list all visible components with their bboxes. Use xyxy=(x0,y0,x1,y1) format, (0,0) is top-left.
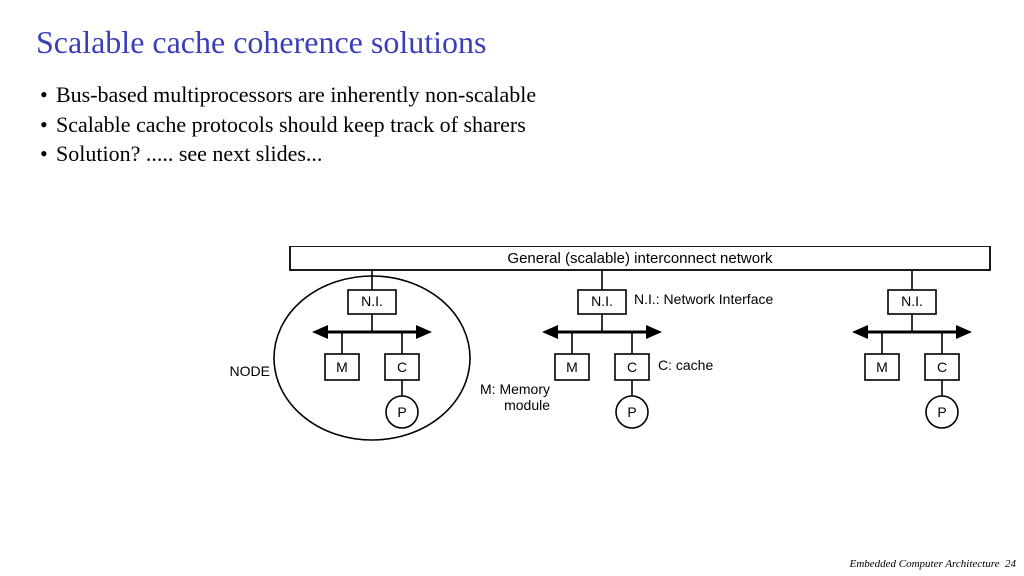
bullet-marker: • xyxy=(40,139,50,169)
legend-ni: N.I.: Network Interface xyxy=(634,291,773,307)
diagram-node: N.I. M C P N.I.: Network Interface C: ca… xyxy=(480,270,773,428)
interconnect-diagram: General (scalable) interconnect network … xyxy=(230,246,995,466)
p-label: P xyxy=(627,404,636,420)
m-label: M xyxy=(336,359,348,375)
bullet-item: • Scalable cache protocols should keep t… xyxy=(40,110,536,140)
p-label: P xyxy=(397,404,406,420)
node-label: NODE xyxy=(230,363,270,379)
legend-m-line2: module xyxy=(504,397,550,413)
legend-m-line1: M: Memory xyxy=(480,381,550,397)
ni-label: N.I. xyxy=(901,293,923,309)
bullet-item: • Solution? ..... see next slides... xyxy=(40,139,536,169)
c-label: C xyxy=(397,359,407,375)
bullet-marker: • xyxy=(40,110,50,140)
bullet-list: • Bus-based multiprocessors are inherent… xyxy=(40,80,536,169)
footer-page: 24 xyxy=(1005,558,1016,570)
m-label: M xyxy=(566,359,578,375)
ni-label: N.I. xyxy=(591,293,613,309)
bullet-text: Scalable cache protocols should keep tra… xyxy=(56,110,526,140)
diagram-node: N.I. M C P xyxy=(852,270,972,428)
diagram-header: General (scalable) interconnect network xyxy=(507,250,773,267)
bullet-item: • Bus-based multiprocessors are inherent… xyxy=(40,80,536,110)
ni-label: N.I. xyxy=(361,293,383,309)
slide-footer: Embedded Computer Architecture 24 xyxy=(850,558,1016,570)
bullet-text: Bus-based multiprocessors are inherently… xyxy=(56,80,536,110)
diagram-node: NODE N.I. M C P xyxy=(230,270,470,440)
footer-text: Embedded Computer Architecture xyxy=(850,558,1000,570)
p-label: P xyxy=(937,404,946,420)
bullet-marker: • xyxy=(40,80,50,110)
c-label: C xyxy=(937,359,947,375)
m-label: M xyxy=(876,359,888,375)
c-label: C xyxy=(627,359,637,375)
bullet-text: Solution? ..... see next slides... xyxy=(56,139,322,169)
page-title: Scalable cache coherence solutions xyxy=(36,24,486,61)
legend-c: C: cache xyxy=(658,357,713,373)
